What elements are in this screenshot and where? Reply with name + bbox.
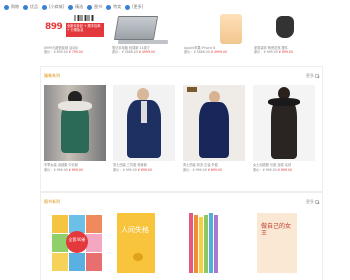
book-cover-title: 人间失格: [121, 226, 149, 234]
product-card[interactable]: 899 全新未拆封 + 顺丰包邮 + 分期免息 8999元超值促销 活动价 原价…: [44, 14, 106, 54]
product-card[interactable]: [183, 211, 245, 273]
product-image-suit[interactable]: [113, 85, 175, 161]
bookmark-label: 优品: [30, 4, 38, 9]
promo-tag: 全新未拆封 + 顺丰包邮 + 分期免息: [66, 23, 104, 37]
product-price: 原价：¥ 999.00 ¥ 699.00: [44, 168, 83, 172]
more-link[interactable]: 更多: [306, 73, 319, 79]
promo-price-number: 899: [45, 22, 63, 32]
bookmark-label: 购物: [11, 4, 19, 9]
featured-row: 899 全新未拆封 + 顺丰包邮 + 分期免息 8999元超值促销 活动价 原价…: [40, 0, 323, 62]
section-title: 服装系列: [44, 73, 60, 78]
product-image-book-set[interactable]: [189, 213, 233, 273]
product-image-picture-books[interactable]: 全套40册: [52, 215, 102, 271]
globe-icon: [23, 4, 28, 10]
book-cover-title: 做自己的女王: [261, 223, 292, 237]
product-card[interactable]: 冬季女装 羽绒服 中长款 原价：¥ 999.00 ¥ 699.00: [44, 85, 106, 173]
product-price: 原价：¥ 999.00 ¥ 699.00: [253, 168, 292, 172]
product-price: 原价：¥ 5888.00 ¥ 4999.00: [112, 50, 156, 54]
product-image-promo[interactable]: 899 全新未拆封 + 顺丰包邮 + 分期免息: [44, 14, 106, 46]
page: 购物 优品 [小商城] 精选 图书 特卖 [更多] 899 全新未拆封 + 顺丰…: [0, 0, 350, 280]
clothing-section: 服装系列 更多 冬季女装 羽绒服 中长款 原价：¥ 999.00 ¥ 699.0…: [40, 66, 323, 192]
product-grid: 全套40册 人间失格 做自己的女王: [41, 211, 322, 280]
globe-icon: [4, 4, 9, 10]
product-image-business-suit[interactable]: [183, 85, 245, 161]
product-card[interactable]: 全套40册: [44, 211, 106, 273]
section-header: 服装系列 更多: [41, 67, 322, 85]
more-link[interactable]: 更多: [306, 199, 319, 205]
product-price: 原价：¥ 5888.00 ¥ 4999.00: [184, 50, 228, 54]
product-image-self-help-book[interactable]: 做自己的女王: [257, 213, 297, 273]
product-image-down-jacket[interactable]: [44, 85, 106, 161]
product-price: 原价：¥ 999.00 ¥ 699.00: [113, 168, 152, 172]
section-header: 图书系列 更多: [41, 193, 322, 211]
product-price: 原价：¥ 899.00 ¥ 799.00: [44, 50, 83, 54]
product-image-long-coat[interactable]: [253, 85, 315, 161]
product-card[interactable]: Apple/苹果 iPhone 8 原价：¥ 5888.00 ¥ 4999.00: [184, 14, 246, 54]
book-badge: 全套40册: [66, 231, 88, 253]
product-card[interactable]: 家居装饰 陶瓷花瓶 摆件 原价：¥ 999.00 ¥ 699.00: [254, 14, 316, 54]
product-price: 原价：¥ 999.00 ¥ 699.00: [183, 168, 222, 172]
barcode-decoration: [74, 15, 94, 21]
product-card[interactable]: 人间失格: [113, 211, 175, 273]
bookmark-item[interactable]: 购物: [4, 4, 19, 10]
product-image-phone[interactable]: [184, 14, 246, 46]
chevron-right-icon: [315, 74, 319, 78]
product-card[interactable]: 女士羽绒服 长款 连帽 毛领 原价：¥ 999.00 ¥ 699.00: [253, 85, 315, 173]
product-price: 原价：¥ 999.00 ¥ 699.00: [254, 50, 293, 54]
product-card[interactable]: 做自己的女王: [253, 211, 315, 273]
product-card[interactable]: 男士西装 三件套 修身款 原价：¥ 999.00 ¥ 699.00: [113, 85, 175, 173]
product-grid: 冬季女装 羽绒服 中长款 原价：¥ 999.00 ¥ 699.00 男士西装 三…: [41, 85, 322, 195]
books-section: 图书系列 更多 全套40册 人间失格 做自己的女王: [40, 192, 323, 280]
chevron-right-icon: [315, 200, 319, 204]
product-card[interactable]: 男士西装 商务 正装 外套 原价：¥ 999.00 ¥ 699.00: [183, 85, 245, 173]
product-card[interactable]: 笔记本电脑 轻薄款 14英寸 原价：¥ 5888.00 ¥ 4999.00: [112, 14, 174, 54]
product-image-vase[interactable]: [254, 14, 316, 46]
bookmark-item[interactable]: 优品: [23, 4, 38, 10]
section-title: 图书系列: [44, 199, 60, 204]
product-image-novel[interactable]: 人间失格: [117, 213, 155, 273]
product-image-laptop[interactable]: [112, 14, 174, 46]
